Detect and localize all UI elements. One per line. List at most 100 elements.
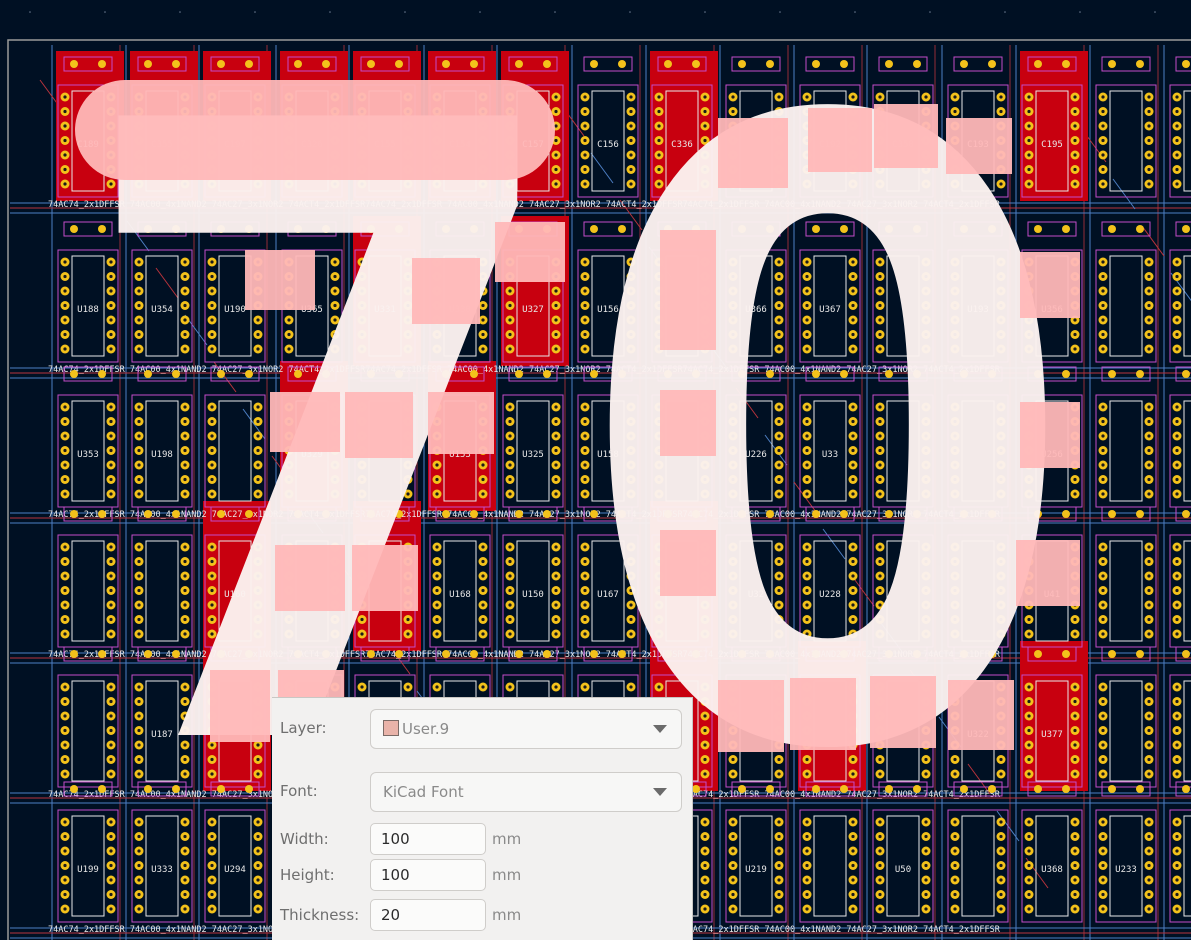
drill-hole	[999, 347, 1003, 351]
drill-hole	[1175, 318, 1179, 322]
drill-hole	[256, 167, 260, 172]
capacitor-pad	[1034, 60, 1042, 68]
grid-dot	[1004, 11, 1006, 13]
drill-hole	[360, 477, 364, 482]
drill-hole	[999, 274, 1003, 279]
drill-hole	[210, 588, 214, 593]
capacitor-pad	[367, 510, 375, 518]
drill-hole	[583, 603, 587, 607]
drill-hole	[183, 632, 187, 636]
ic-silkscreen	[368, 400, 402, 502]
drill-hole	[287, 138, 291, 143]
drill-hole	[481, 419, 485, 424]
drill-hole	[183, 153, 187, 157]
drill-hole	[137, 820, 141, 824]
drill-hole	[287, 448, 291, 453]
drill-hole	[63, 434, 67, 438]
drill-hole	[731, 405, 735, 409]
drill-hole	[1101, 463, 1105, 467]
layer-select[interactable]: User.9	[370, 709, 682, 749]
drill-hole	[805, 632, 809, 636]
drill-hole	[1073, 617, 1077, 622]
drill-hole	[629, 95, 633, 99]
drill-hole	[1073, 419, 1077, 424]
capacitor-pad	[515, 370, 523, 378]
drill-hole	[256, 699, 260, 704]
drill-hole	[481, 559, 485, 564]
drill-hole	[210, 772, 214, 776]
drill-hole	[731, 477, 735, 482]
ic-footprint: U330	[429, 221, 491, 363]
drill-hole	[360, 124, 364, 128]
drill-hole	[183, 463, 187, 467]
capacitor-pad	[988, 510, 996, 518]
ic-silkscreen	[1183, 815, 1191, 917]
ic-footprint: U365	[281, 221, 343, 363]
drill-hole	[731, 347, 735, 351]
drill-hole	[629, 260, 633, 264]
capacitor-pad	[988, 370, 996, 378]
drill-hole	[953, 632, 957, 636]
drill-hole	[805, 332, 809, 337]
drill-hole	[583, 167, 587, 172]
drill-hole	[1073, 492, 1077, 496]
drill-hole	[256, 878, 260, 882]
drill-hole	[333, 109, 337, 114]
capacitor-pad	[692, 510, 700, 518]
drill-hole	[137, 109, 141, 114]
capacitor-pad	[812, 60, 820, 68]
drill-hole	[878, 907, 882, 911]
drill-hole	[1027, 448, 1031, 453]
drill-hole	[878, 153, 882, 157]
drill-hole	[805, 260, 809, 264]
drill-hole	[924, 303, 928, 308]
drill-hole	[256, 617, 260, 622]
drill-hole	[777, 153, 781, 157]
capacitor-pad	[738, 60, 746, 68]
reference-designator: U187	[151, 730, 173, 740]
capacitor-pad	[1182, 60, 1190, 68]
drill-hole	[731, 907, 735, 911]
drill-hole	[953, 153, 957, 157]
drill-hole	[953, 617, 957, 622]
font-select[interactable]: KiCad Font	[370, 772, 682, 812]
drill-hole	[851, 434, 855, 438]
thickness-input[interactable]: 20	[370, 899, 486, 931]
drill-hole	[333, 138, 337, 143]
capacitor-pad	[70, 650, 78, 658]
ic-footprint	[651, 221, 713, 363]
drill-hole	[777, 95, 781, 99]
height-input[interactable]: 100	[370, 859, 486, 891]
drill-hole	[256, 95, 260, 99]
drill-hole	[953, 463, 957, 467]
drill-hole	[1147, 124, 1151, 128]
capacitor-pad	[1062, 510, 1070, 518]
drill-hole	[805, 182, 809, 186]
drill-hole	[435, 574, 439, 578]
drill-hole	[1027, 603, 1031, 607]
drill-hole	[63, 274, 67, 279]
drill-hole	[210, 632, 214, 636]
drill-hole	[777, 138, 781, 143]
drill-hole	[953, 419, 957, 424]
drill-hole	[851, 419, 855, 424]
drill-hole	[805, 138, 809, 143]
drill-hole	[137, 632, 141, 636]
drill-hole	[481, 434, 485, 438]
width-input[interactable]: 100	[370, 823, 486, 855]
drill-hole	[109, 318, 113, 322]
drill-hole	[731, 303, 735, 308]
drill-hole	[1175, 289, 1179, 293]
drill-hole	[360, 617, 364, 622]
drill-hole	[508, 574, 512, 578]
capacitor-pad	[543, 650, 551, 658]
drill-hole	[63, 347, 67, 351]
drill-hole	[1175, 907, 1179, 911]
capacitor-pad	[1062, 785, 1070, 793]
capacitor-pad	[395, 510, 403, 518]
value-label-row: 74AC74_2x1DFFSR 74AC00_4x1NAND2 74AC27_3…	[48, 510, 1001, 520]
drill-hole	[924, 153, 928, 157]
drill-hole	[1175, 632, 1179, 636]
capacitor-pad	[172, 370, 180, 378]
drill-hole	[256, 260, 260, 264]
